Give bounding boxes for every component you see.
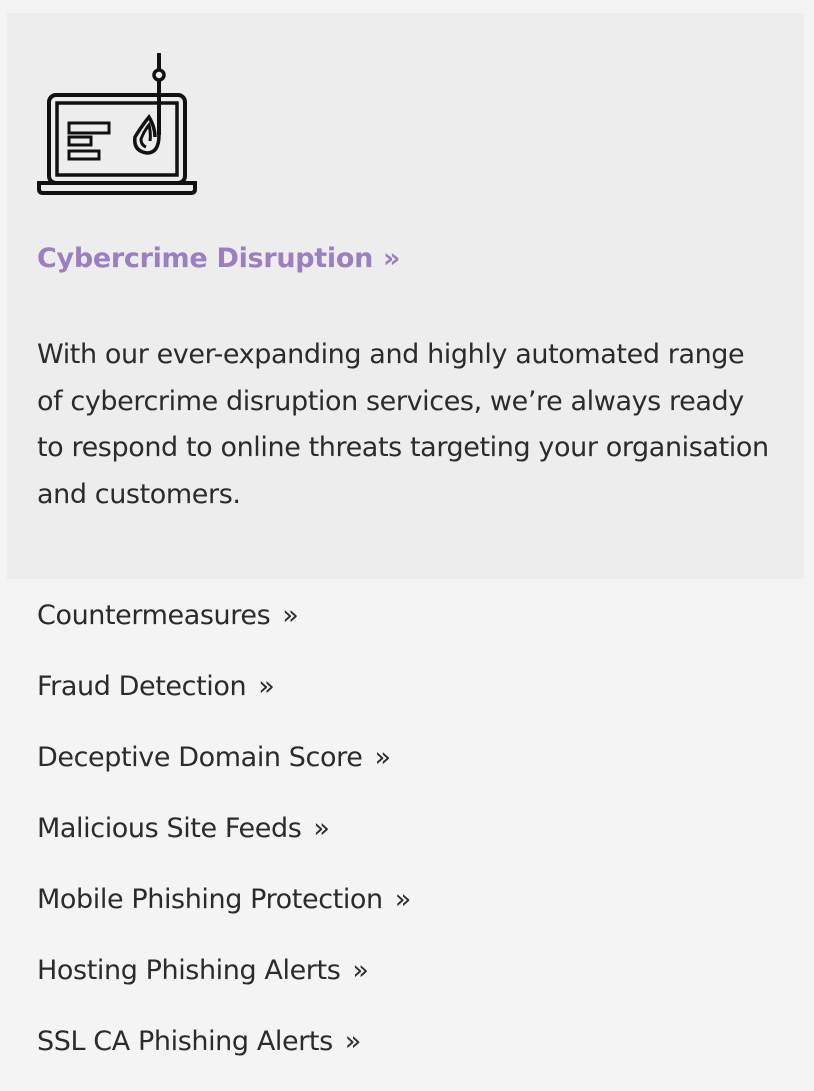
service-link-mobile-phishing-protection[interactable]: Mobile Phishing Protection » — [37, 878, 411, 949]
chevron-right-icon: » — [282, 600, 299, 631]
chevron-right-icon: » — [394, 884, 412, 915]
chevron-right-icon: » — [383, 243, 401, 274]
chevron-right-icon: » — [344, 1026, 362, 1057]
chevron-right-icon: » — [313, 813, 330, 844]
service-link-label: Countermeasures — [37, 600, 271, 631]
chevron-right-icon: » — [352, 955, 369, 986]
service-link-fraud-detection[interactable]: Fraud Detection » — [37, 665, 411, 736]
service-link-list: Countermeasures » Fraud Detection » Decept… — [37, 594, 411, 1091]
service-link-label: Deceptive Domain Score — [37, 742, 363, 773]
service-link-label: Malicious Site Feeds — [37, 813, 302, 844]
service-link-hosting-phishing-alerts[interactable]: Hosting Phishing Alerts » — [37, 949, 411, 1020]
service-link-malicious-site-feeds[interactable]: Malicious Site Feeds » — [37, 807, 411, 878]
laptop-phishing-hook-icon — [37, 53, 197, 195]
service-link-ssl-ca-phishing-alerts[interactable]: SSL CA Phishing Alerts » — [37, 1020, 411, 1091]
feature-card: Cybercrime Disruption » With our ever-exp… — [7, 13, 804, 579]
service-link-label: Mobile Phishing Protection — [37, 884, 383, 915]
service-link-label: Fraud Detection — [37, 671, 247, 702]
feature-title-text: Cybercrime Disruption — [37, 243, 374, 274]
feature-description: With our ever-expanding and highly autom… — [37, 339, 769, 510]
service-link-label: Hosting Phishing Alerts — [37, 955, 341, 986]
chevron-right-icon: » — [258, 671, 275, 702]
chevron-right-icon: » — [374, 742, 391, 773]
feature-title-link[interactable]: Cybercrime Disruption » — [37, 243, 400, 274]
service-link-countermeasures[interactable]: Countermeasures » — [37, 594, 411, 665]
service-link-deceptive-domain-score[interactable]: Deceptive Domain Score » — [37, 736, 411, 807]
service-link-label: SSL CA Phishing Alerts — [37, 1026, 333, 1057]
